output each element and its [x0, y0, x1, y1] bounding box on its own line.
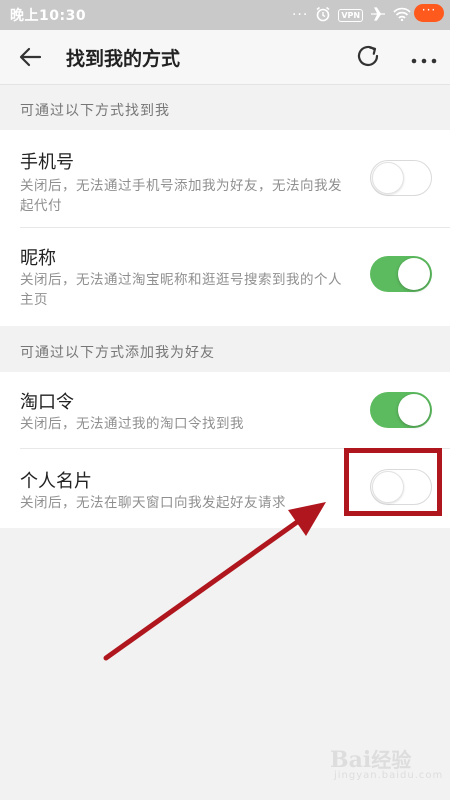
section-card-find-me: 手机号 关闭后，无法通过手机号添加我为好友，无法向我发起代付 昵称 关闭后，无法…	[0, 130, 450, 326]
message-badge: ···	[414, 4, 444, 22]
baidu-watermark: Bai经验 jingyan.baidu.com	[330, 740, 445, 781]
watermark-logo: Bai经验	[330, 747, 412, 773]
status-time: 晚上10:30	[10, 8, 87, 24]
setting-desc-nickname: 关闭后，无法通过淘宝昵称和逛逛号搜索到我的个人主页	[20, 272, 342, 308]
more-dots-icon	[411, 58, 437, 64]
setting-desc-taokouling: 关闭后，无法通过我的淘口令找到我	[20, 416, 244, 432]
section-header-add-friend: 可通过以下方式添加我为好友	[20, 345, 215, 361]
notification-dots: ···	[291, 7, 309, 23]
refresh-button[interactable]	[352, 40, 384, 72]
setting-title-taokouling: 淘口令	[20, 392, 74, 413]
setting-title-nickname: 昵称	[20, 248, 56, 269]
airplane-icon	[370, 6, 386, 25]
header-divider	[0, 84, 450, 85]
setting-row-phone: 手机号 关闭后，无法通过手机号添加我为好友，无法向我发起代付	[0, 130, 450, 228]
refresh-icon	[357, 45, 379, 67]
toggle-knob	[372, 162, 404, 194]
watermark-url: jingyan.baidu.com	[334, 770, 444, 781]
annotation-highlight-box	[344, 448, 442, 516]
vpn-badge: VPN	[338, 8, 364, 22]
status-bar: 晚上10:30 ··· VPN 89	[0, 0, 450, 30]
setting-title-phone: 手机号	[20, 152, 74, 173]
toggle-phone[interactable]	[370, 160, 432, 196]
toggle-knob	[398, 394, 430, 426]
setting-row-taokouling: 淘口令 关闭后，无法通过我的淘口令找到我	[0, 372, 450, 449]
page-title: 找到我的方式	[66, 48, 181, 70]
more-button[interactable]	[404, 44, 444, 74]
back-arrow-icon	[19, 47, 42, 67]
section-header-find-me: 可通过以下方式找到我	[20, 103, 170, 119]
toggle-taokouling[interactable]	[370, 392, 432, 428]
back-button[interactable]	[14, 42, 48, 72]
setting-desc-business-card: 关闭后，无法在聊天窗口向我发起好友请求	[20, 495, 286, 511]
toggle-nickname[interactable]	[370, 256, 432, 292]
toggle-knob	[398, 258, 430, 290]
alarm-icon	[315, 6, 331, 25]
nav-header: 找到我的方式	[0, 30, 450, 84]
wifi-icon	[393, 7, 411, 24]
setting-desc-phone: 关闭后，无法通过手机号添加我为好友，无法向我发起代付	[20, 178, 342, 214]
setting-row-nickname: 昵称 关闭后，无法通过淘宝昵称和逛逛号搜索到我的个人主页	[0, 228, 450, 326]
setting-title-business-card: 个人名片	[20, 471, 92, 492]
